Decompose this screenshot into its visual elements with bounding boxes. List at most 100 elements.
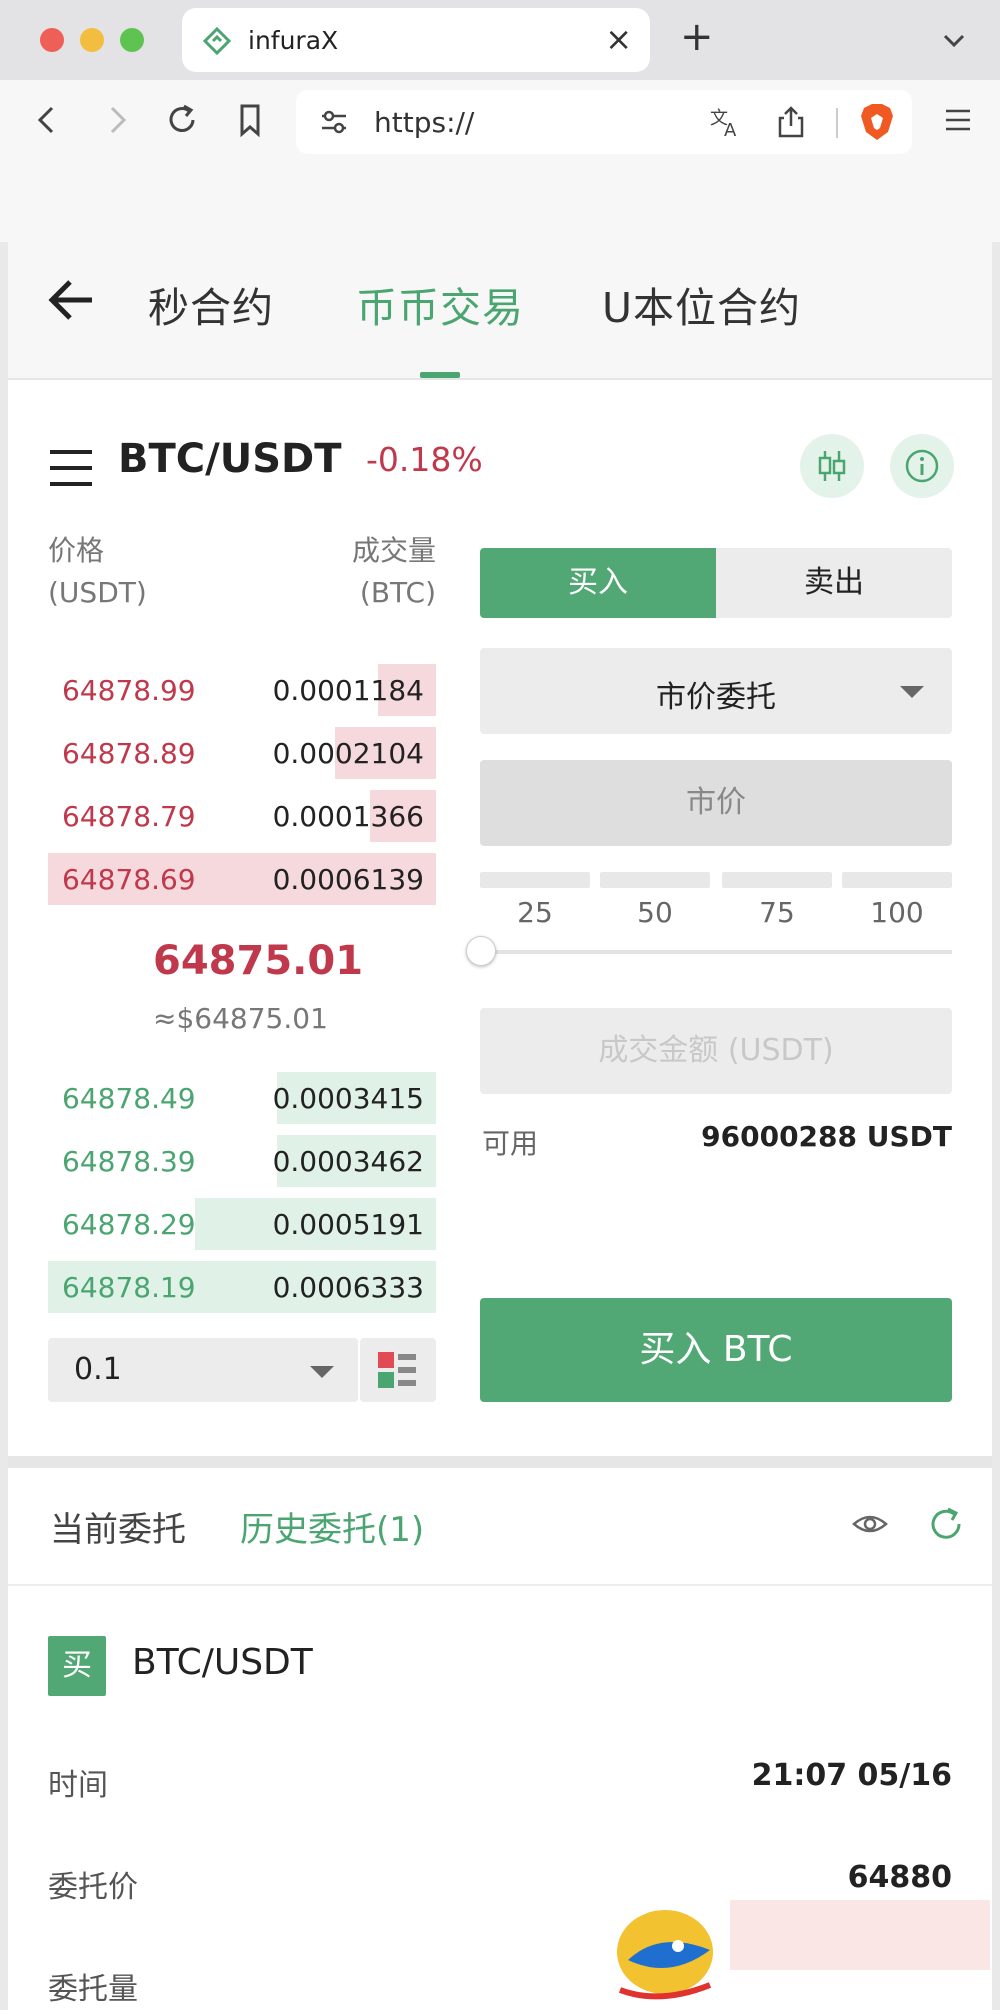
amount-input[interactable]: 成交金额 (USDT) — [480, 1008, 952, 1094]
orderbook-layout-button[interactable] — [360, 1338, 436, 1402]
price-field: 市价 — [480, 760, 952, 846]
sell-tab[interactable]: 卖出 — [716, 548, 952, 618]
close-window-button[interactable] — [40, 28, 64, 52]
info-button[interactable] — [890, 434, 954, 498]
chevron-down-icon[interactable] — [940, 26, 968, 54]
bid-qty: 0.0006333 — [272, 1271, 424, 1304]
tab-title: infuraX — [248, 26, 339, 55]
bid-qty: 0.0003415 — [272, 1082, 424, 1115]
browser-menu-icon[interactable] — [938, 100, 978, 140]
active-tab-indicator — [420, 372, 460, 378]
ask-qty: 0.0001366 — [272, 800, 424, 833]
info-icon — [905, 449, 939, 483]
order-qty-label: 委托量 — [48, 1972, 138, 2007]
pair-title: BTC/USDT — [118, 436, 342, 482]
menu-icon[interactable] — [48, 448, 94, 488]
order-type-select[interactable]: 市价委托 — [480, 648, 952, 734]
site-favicon-icon — [202, 26, 232, 56]
bid-row[interactable]: 64878.29 0.0005191 — [48, 1198, 436, 1250]
bid-row[interactable]: 64878.19 0.0006333 — [48, 1261, 436, 1313]
percent-segment[interactable] — [480, 872, 590, 888]
bid-qty: 0.0003462 — [272, 1145, 424, 1178]
last-price: 64875.01 — [153, 938, 364, 984]
ask-qty: 0.0001184 — [272, 674, 424, 707]
buy-btc-button[interactable]: 买入 BTC — [480, 1298, 952, 1402]
bookmark-icon[interactable] — [230, 100, 270, 140]
address-divider — [836, 108, 838, 138]
tab-usdt-futures[interactable]: U本位合约 — [602, 274, 801, 334]
brave-shield-icon[interactable] — [858, 102, 896, 142]
order-pair: BTC/USDT — [132, 1642, 313, 1683]
browser-toolbar: https:// 文 A — [0, 80, 1000, 242]
ask-price: 64878.69 — [62, 863, 196, 896]
ask-row[interactable]: 64878.99 0.0001184 — [48, 664, 436, 716]
precision-value: 0.1 — [74, 1352, 122, 1387]
watermark-fish-icon — [617, 1900, 990, 2000]
refresh-icon[interactable] — [926, 1504, 966, 1544]
order-time-value: 21:07 05/16 — [751, 1758, 952, 1793]
web-page: 秒合约 币币交易 U本位合约 BTC/USDT -0.18% 价格 (USDT)… — [8, 224, 992, 2010]
ask-price: 64878.79 — [62, 800, 196, 833]
back-arrow-icon[interactable] — [46, 278, 96, 322]
bid-price: 64878.29 — [62, 1208, 196, 1241]
slider-handle[interactable] — [466, 936, 496, 966]
site-settings-icon[interactable] — [318, 106, 350, 138]
candlestick-icon — [818, 451, 846, 481]
orders-header: 当前委托 历史委托(1) — [8, 1468, 992, 1586]
browser-tab[interactable]: infuraX × — [182, 8, 650, 72]
watermark-logo — [600, 1890, 1000, 2010]
forward-icon[interactable] — [96, 100, 136, 140]
tab-second-contract[interactable]: 秒合约 — [148, 274, 274, 334]
caret-down-icon — [900, 686, 924, 698]
ask-qty: 0.0006139 — [272, 863, 424, 896]
browser-tab-bar: infuraX × + — [0, 0, 1000, 80]
precision-select[interactable]: 0.1 — [48, 1338, 358, 1402]
svg-text:A: A — [724, 120, 737, 140]
new-tab-icon[interactable]: + — [680, 14, 714, 60]
layout-icon — [378, 1352, 416, 1388]
bid-price: 64878.19 — [62, 1271, 196, 1304]
percent-segment[interactable] — [600, 872, 710, 888]
amount-slider[interactable] — [480, 950, 952, 954]
chart-button[interactable] — [800, 434, 864, 498]
ask-price: 64878.99 — [62, 674, 196, 707]
side-badge: 买 — [48, 1636, 106, 1696]
section-divider — [8, 1456, 992, 1468]
percent-segment[interactable] — [722, 872, 832, 888]
ask-row[interactable]: 64878.79 0.0001366 — [48, 790, 436, 842]
ask-price: 64878.89 — [62, 737, 196, 770]
back-icon[interactable] — [28, 100, 68, 140]
eye-icon[interactable] — [850, 1504, 890, 1544]
address-bar[interactable]: https:// 文 A — [296, 90, 912, 154]
screen: infuraX × + https:// 文 A 秒合约 币币交易 U本位合约 … — [0, 0, 1000, 2010]
bid-row[interactable]: 64878.49 0.0003415 — [48, 1072, 436, 1124]
translate-icon[interactable]: 文 A — [708, 104, 744, 140]
ask-qty: 0.0002104 — [272, 737, 424, 770]
share-icon[interactable] — [774, 104, 808, 140]
caret-down-icon — [310, 1366, 334, 1378]
percent-75[interactable]: 75 — [722, 896, 832, 929]
tab-spot-trading[interactable]: 币币交易 — [356, 274, 524, 334]
percent-50[interactable]: 50 — [600, 896, 710, 929]
zoom-window-button[interactable] — [120, 28, 144, 52]
percent-100[interactable]: 100 — [842, 896, 952, 929]
tab-current-orders[interactable]: 当前委托 — [50, 1502, 186, 1551]
reload-icon[interactable] — [162, 100, 202, 140]
bid-price: 64878.49 — [62, 1082, 196, 1115]
minimize-window-button[interactable] — [80, 28, 104, 52]
order-time-label: 时间 — [48, 1768, 108, 1803]
ask-row[interactable]: 64878.89 0.0002104 — [48, 727, 436, 779]
percent-25[interactable]: 25 — [480, 896, 590, 929]
price-change: -0.18% — [366, 440, 483, 479]
bid-qty: 0.0005191 — [272, 1208, 424, 1241]
order-type-value: 市价委托 — [656, 680, 776, 715]
tab-order-history[interactable]: 历史委托(1) — [240, 1502, 424, 1551]
close-tab-icon[interactable]: × — [605, 20, 632, 58]
buy-tab[interactable]: 买入 — [480, 548, 716, 618]
ask-row[interactable]: 64878.69 0.0006139 — [48, 853, 436, 905]
available-balance: 96000288 USDT — [701, 1120, 952, 1153]
bid-row[interactable]: 64878.39 0.0003462 — [48, 1135, 436, 1187]
available-label: 可用 — [482, 1127, 539, 1160]
url-text: https:// — [374, 106, 475, 139]
percent-segment[interactable] — [842, 872, 952, 888]
